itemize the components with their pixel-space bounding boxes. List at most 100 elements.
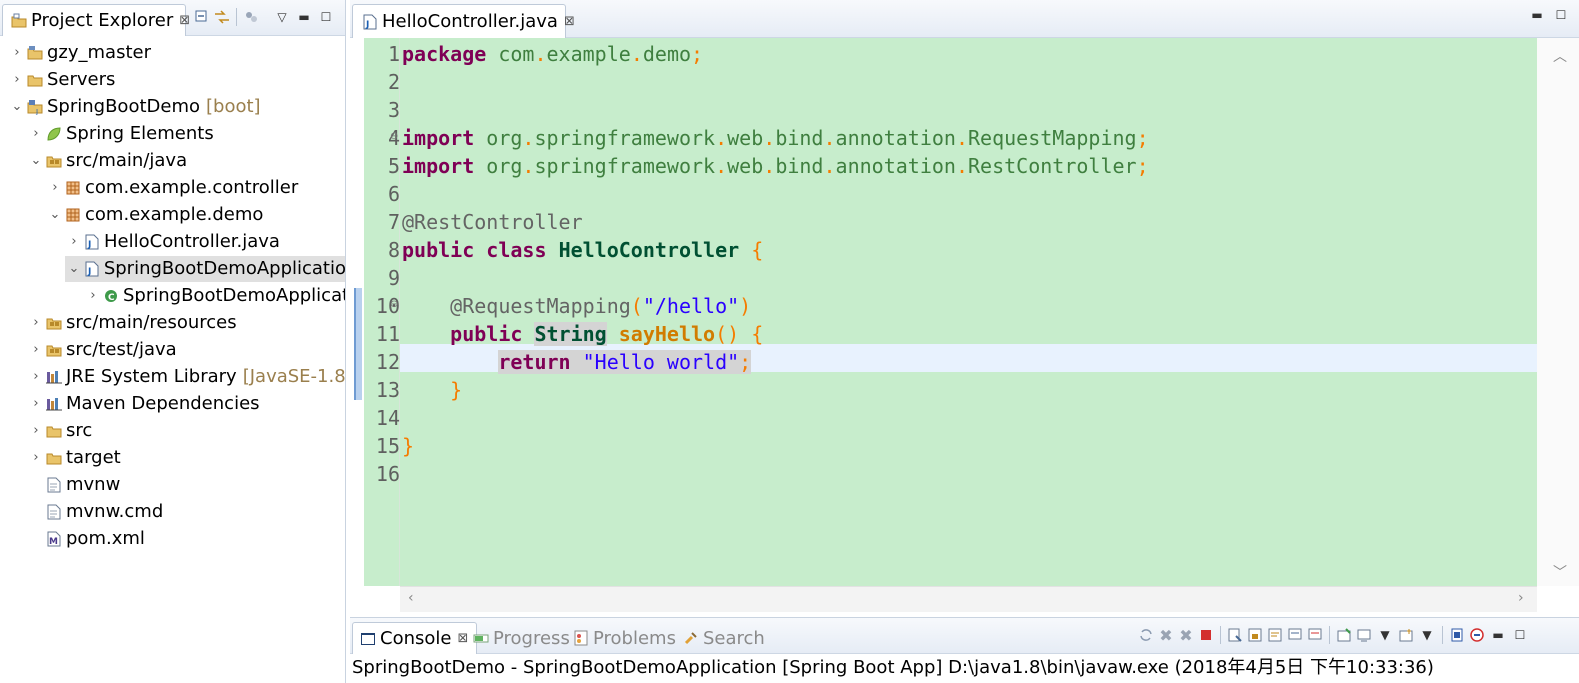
toolbar-separator: [1442, 626, 1443, 644]
maximize-icon[interactable]: ☐: [315, 10, 337, 24]
tree-item-springbootdemoapplication-class[interactable]: › C SpringBootDemoApplicat: [84, 283, 345, 309]
maven-file-icon: M: [45, 530, 63, 548]
scroll-up-icon[interactable]: ︿: [1553, 46, 1567, 66]
line-number: 11: [375, 322, 400, 346]
chevron-right-icon[interactable]: ›: [27, 310, 45, 336]
tree-item-com-example-demo[interactable]: ⌄ com.example.demo: [46, 202, 264, 228]
clear-console-icon[interactable]: [1225, 626, 1245, 644]
scroll-down-icon[interactable]: ﹀: [1553, 562, 1567, 582]
line-number: 12: [375, 350, 400, 374]
overview-ruler[interactable]: ︿ ﹀: [1537, 38, 1579, 586]
remove-launch-icon[interactable]: ✖: [1156, 626, 1176, 645]
tree-item-mvnw[interactable]: mvnw: [27, 472, 120, 498]
keyword: public: [402, 238, 475, 262]
tree-item-mvnw-cmd[interactable]: mvnw.cmd: [27, 499, 163, 525]
tree-item-maven-dependencies[interactable]: › Maven Dependencies: [27, 391, 259, 417]
chevron-right-icon[interactable]: ›: [27, 445, 45, 471]
tree-item-src-main-java[interactable]: ⌄ src/main/java: [27, 148, 188, 174]
tree-item-com-example-controller[interactable]: › com.example.controller: [46, 175, 298, 201]
remove-all-icon[interactable]: ✖: [1176, 626, 1196, 645]
annotation: @RestController: [402, 210, 583, 234]
tree-item-springbootdemo[interactable]: ⌄ J SpringBootDemo [boot]: [8, 94, 261, 120]
tab-console[interactable]: Console ⊠: [352, 622, 478, 654]
tab-project-explorer[interactable]: Project Explorer ⊠: [2, 4, 190, 36]
explorer-header: Project Explorer ⊠ ▽ ▬ ☐: [0, 0, 345, 36]
annotation: @RequestMapping: [450, 294, 631, 318]
view-menu-icon[interactable]: ▽: [271, 10, 293, 24]
chevron-right-icon[interactable]: ›: [27, 121, 45, 147]
tab-progress[interactable]: Progress: [472, 622, 570, 654]
collapse-all-icon[interactable]: [192, 8, 212, 26]
tree-item-springbootdemoapplication-java[interactable]: ⌄ J SpringBootDemoApplicatio: [65, 256, 345, 282]
scroll-left-icon[interactable]: ‹: [408, 590, 414, 606]
tab-search[interactable]: Search: [682, 622, 765, 654]
fold-toggle-icon[interactable]: ⊖: [390, 299, 398, 310]
fold-toggle-icon[interactable]: ⊖: [390, 131, 398, 142]
tree-item-src-main-resources[interactable]: › src/main/resources: [27, 310, 236, 336]
tree-item-label: com.example.demo: [85, 204, 264, 225]
spring-boot-icon[interactable]: [1467, 626, 1487, 644]
chevron-right-icon[interactable]: ›: [84, 283, 102, 309]
terminate-icon[interactable]: [1196, 626, 1216, 644]
identifier: springframework: [534, 126, 716, 150]
project-folder-icon: [26, 44, 44, 62]
chevron-down-icon[interactable]: ⌄: [46, 202, 64, 228]
chevron-right-icon[interactable]: ›: [65, 229, 83, 255]
tree-item-jre-system-library[interactable]: › JRE System Library [JavaSE-1.8]: [27, 364, 345, 390]
show-on-output-icon[interactable]: [1285, 626, 1305, 644]
tree-item-servers[interactable]: › Servers: [8, 67, 115, 93]
code-line-15: }: [402, 434, 415, 458]
chevron-right-icon[interactable]: ›: [8, 40, 26, 66]
maximize-icon[interactable]: ☐: [1509, 628, 1531, 642]
chevron-right-icon[interactable]: ›: [8, 67, 26, 93]
chevron-down-icon[interactable]: ⌄: [8, 94, 26, 120]
scroll-right-icon[interactable]: ›: [1518, 590, 1524, 606]
chevron-down-icon[interactable]: ⌄: [27, 148, 45, 174]
java-editor: J HelloController.java ⊠ ▬ ☐ 1 2 3 4 ⊖ 5…: [350, 0, 1579, 617]
filter-icon[interactable]: [241, 8, 261, 26]
show-on-error-icon[interactable]: [1305, 626, 1325, 644]
open-console-icon[interactable]: [1396, 626, 1416, 644]
tree-item-src-test-java[interactable]: › src/test/java: [27, 337, 176, 363]
pin-console-icon[interactable]: [1334, 626, 1354, 644]
chevron-right-icon[interactable]: ›: [27, 391, 45, 417]
toolbar-separator: [1329, 626, 1330, 644]
tree-item-spring-elements[interactable]: › Spring Elements: [27, 121, 213, 147]
tree-item-src[interactable]: › src: [27, 418, 92, 444]
minimize-icon[interactable]: ▬: [1526, 8, 1548, 22]
tree-item-target[interactable]: › target: [27, 445, 120, 471]
horizontal-scrollbar[interactable]: ‹ ›: [400, 586, 1537, 612]
tab-hellocontroller-java[interactable]: J HelloController.java ⊠: [352, 4, 575, 38]
source-folder-icon: [45, 152, 63, 170]
identifier: org: [486, 126, 523, 150]
tree-item-gzy-master[interactable]: › gzy_master: [8, 40, 151, 66]
chevron-right-icon[interactable]: ›: [46, 175, 64, 201]
chevron-right-icon[interactable]: ›: [27, 364, 45, 390]
close-icon[interactable]: ⊠: [564, 14, 575, 29]
link-with-editor-icon[interactable]: [212, 8, 232, 26]
scroll-lock-icon[interactable]: [1245, 626, 1265, 644]
chevron-right-icon[interactable]: ›: [27, 418, 45, 444]
close-icon[interactable]: ⊠: [457, 631, 468, 646]
chevron-right-icon[interactable]: ›: [27, 337, 45, 363]
line-number: 13: [375, 378, 400, 402]
tree-item-label: HelloController.java: [104, 231, 280, 252]
word-wrap-icon[interactable]: [1265, 626, 1285, 644]
file-icon: [45, 476, 63, 494]
code-area[interactable]: package com.example.demo; import org.spr…: [400, 38, 1537, 586]
minimize-icon[interactable]: ▬: [293, 10, 315, 24]
chevron-down-icon[interactable]: ▼: [1416, 628, 1438, 642]
display-selected-console-icon[interactable]: [1354, 626, 1374, 644]
minimize-icon[interactable]: ▬: [1487, 628, 1509, 642]
tree-item-pom-xml[interactable]: M pom.xml: [27, 526, 145, 552]
tree-item-hellocontroller-java[interactable]: › J HelloController.java: [65, 229, 280, 255]
chevron-down-icon[interactable]: ⌄: [65, 256, 83, 282]
sync-icon[interactable]: [1136, 626, 1156, 644]
close-icon[interactable]: ⊠: [179, 13, 190, 28]
identifier: annotation: [835, 154, 956, 178]
tab-problems[interactable]: Problems: [572, 622, 676, 654]
identifier: web: [727, 126, 764, 150]
maximize-icon[interactable]: ☐: [1550, 8, 1572, 22]
chevron-down-icon[interactable]: ▼: [1374, 628, 1396, 642]
copy-icon[interactable]: [1447, 626, 1467, 644]
